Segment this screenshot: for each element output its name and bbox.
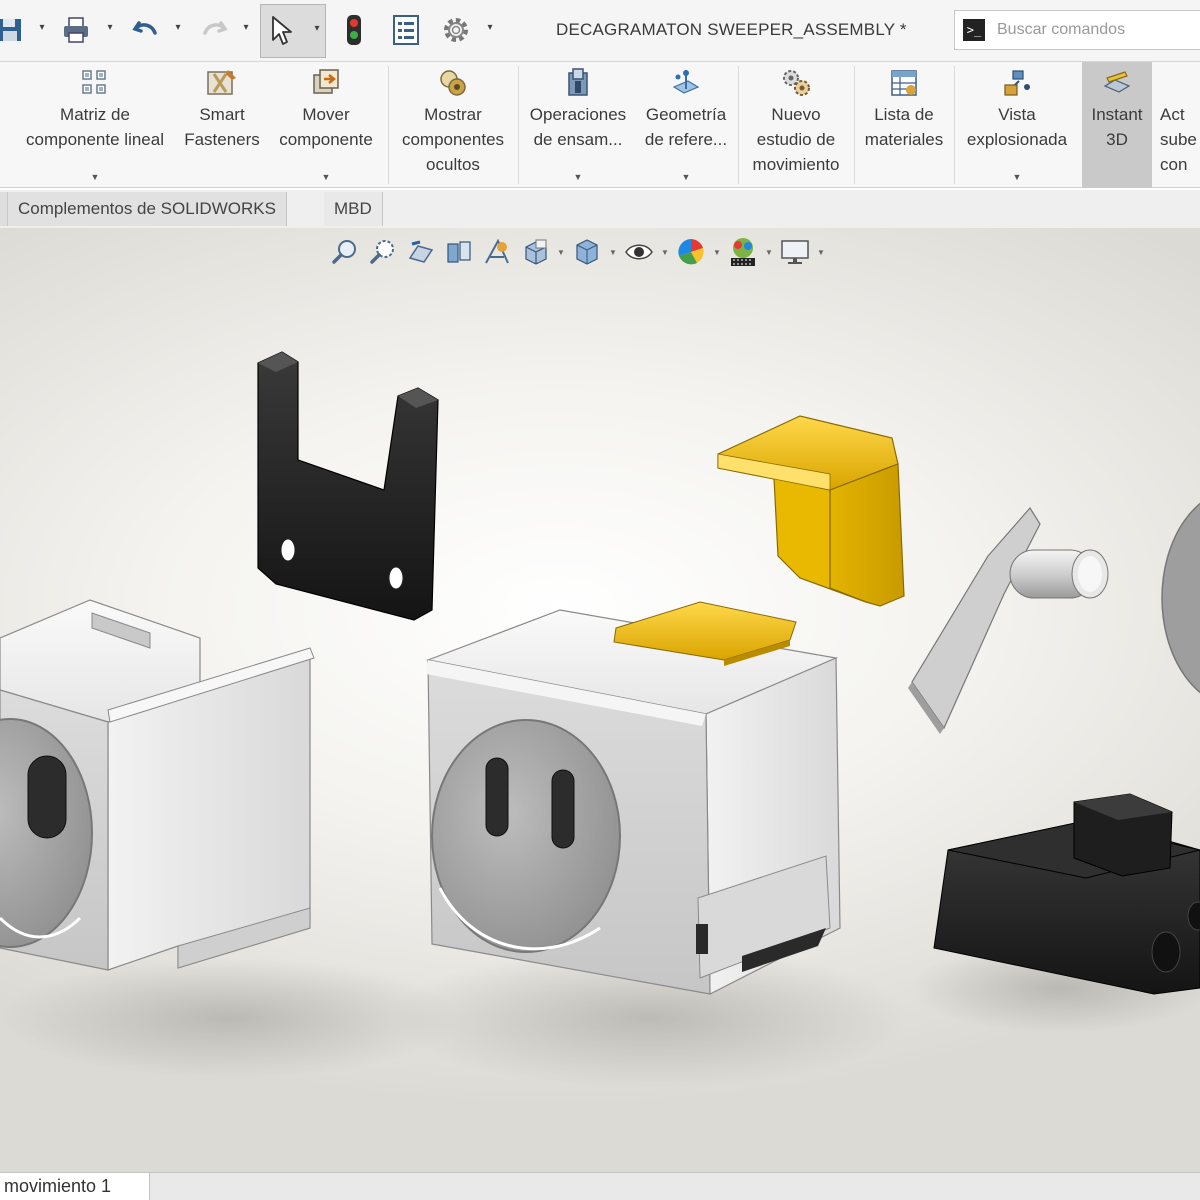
exploded-view-button[interactable]: Vista explosionada ▼ <box>956 62 1078 188</box>
ribbon-label: Mover componente <box>279 105 373 149</box>
black-bracket-part[interactable] <box>257 351 439 621</box>
move-component-icon <box>309 66 343 100</box>
file-properties-icon[interactable] <box>390 12 422 48</box>
ribbon-label: Vista explosionada <box>966 105 1068 149</box>
undo-dropdown-icon[interactable]: ▾ <box>172 22 184 36</box>
blade-pin-part[interactable] <box>908 506 1109 734</box>
ribbon-label: Operaciones de ensam... <box>529 105 627 149</box>
command-prompt-icon: >_ <box>963 19 985 41</box>
ribbon-separator <box>954 66 955 184</box>
search-box[interactable]: >_ <box>954 10 1200 50</box>
graphics-area[interactable]: ▼ ▼ ▼ ▼ ▼ ▼ <box>0 228 1200 1172</box>
ribbon-label: Smart Fasteners <box>184 105 260 149</box>
chevron-down-icon[interactable]: ▼ <box>574 172 583 182</box>
motion-study-icon <box>779 66 813 100</box>
ribbon-separator <box>854 66 855 184</box>
options-gear-icon[interactable] <box>440 12 472 48</box>
smart-fasteners-button[interactable]: Smart Fasteners <box>180 62 264 188</box>
new-motion-study-button[interactable]: Nuevo estudio de movimiento <box>740 62 852 188</box>
print-dropdown-icon[interactable]: ▾ <box>104 22 116 36</box>
ribbon-label: Instant 3D <box>1091 105 1143 149</box>
left-housing-part[interactable] <box>0 599 315 971</box>
traffic-light-icon[interactable] <box>338 12 370 48</box>
tab-motion-study[interactable]: movimiento 1 <box>0 1173 150 1200</box>
center-housing-part[interactable] <box>425 601 841 995</box>
ribbon-separator <box>738 66 739 184</box>
undo-icon[interactable] <box>130 12 162 48</box>
ribbon-label: Lista de materiales <box>864 105 944 149</box>
print-icon[interactable] <box>60 12 92 48</box>
tab-mbd[interactable]: MBD <box>324 192 383 226</box>
show-hidden-components-button[interactable]: Mostrar componentes ocultos <box>392 62 514 188</box>
search-input[interactable] <box>997 21 1197 39</box>
linear-component-pattern-button[interactable]: Matriz de componente lineal ▼ <box>12 62 178 188</box>
bill-of-materials-button[interactable]: Lista de materiales <box>856 62 952 188</box>
bill-of-materials-icon <box>887 66 921 100</box>
select-button[interactable]: ▾ <box>260 4 326 58</box>
tab-previous[interactable] <box>0 192 8 226</box>
linear-pattern-icon <box>78 66 112 100</box>
ribbon-label: Geometría de refere... <box>644 105 728 149</box>
ribbon-label: Mostrar componentes ocultos <box>401 105 505 174</box>
wheel-disc-part[interactable] <box>1161 488 1200 708</box>
chevron-down-icon[interactable]: ▼ <box>91 172 100 182</box>
yellow-latch-part[interactable] <box>717 415 905 607</box>
save-dropdown-icon[interactable]: ▾ <box>36 22 48 36</box>
ribbon-label: Nuevo estudio de movimiento <box>752 105 840 174</box>
chevron-down-icon[interactable]: ▼ <box>682 172 691 182</box>
show-hidden-icon <box>436 66 470 100</box>
document-title: DECAGRAMATON SWEEPER_ASSEMBLY * <box>556 20 907 39</box>
redo-dropdown-icon[interactable]: ▾ <box>240 22 252 36</box>
select-icon <box>265 13 297 49</box>
ribbon-separator <box>388 66 389 184</box>
instant-3d-icon <box>1100 66 1134 100</box>
assembly-features-icon <box>561 66 595 100</box>
command-manager-tabs: Complementos de SOLIDWORKS MBD <box>0 190 1200 228</box>
command-manager-ribbon: Matriz de componente lineal ▼ Smart Fast… <box>0 62 1200 188</box>
ribbon-separator <box>518 66 519 184</box>
bottom-tab-bar: movimiento 1 <box>0 1172 1200 1200</box>
reference-geometry-button[interactable]: Geometría de refere... ▼ <box>636 62 736 188</box>
instant-3d-button[interactable]: Instant 3D <box>1082 62 1152 188</box>
update-subassemblies-button[interactable]: Act sube con <box>1156 62 1200 188</box>
title-bar: ▾ ▾ ▾ ▾ ▾ ▾ DECAGRAMATON SWEEPER_ASSEMBL… <box>0 0 1200 62</box>
reference-geometry-icon <box>669 66 703 100</box>
assembly-features-button[interactable]: Operaciones de ensam... ▼ <box>522 62 634 188</box>
assembly-model[interactable] <box>0 228 1200 1172</box>
save-icon[interactable] <box>0 12 26 48</box>
chevron-down-icon[interactable]: ▼ <box>322 172 331 182</box>
redo-icon[interactable] <box>198 12 230 48</box>
smart-fasteners-icon <box>205 66 239 100</box>
exploded-view-icon <box>1000 66 1034 100</box>
select-dropdown-icon[interactable]: ▾ <box>311 23 323 37</box>
ribbon-label: Act sube con <box>1160 105 1197 174</box>
move-component-button[interactable]: Mover componente ▼ <box>268 62 384 188</box>
chevron-down-icon[interactable]: ▼ <box>1013 172 1022 182</box>
ribbon-label: Matriz de componente lineal <box>26 105 164 149</box>
options-dropdown-icon[interactable]: ▾ <box>484 22 496 36</box>
tab-solidworks-addins[interactable]: Complementos de SOLIDWORKS <box>8 192 287 226</box>
